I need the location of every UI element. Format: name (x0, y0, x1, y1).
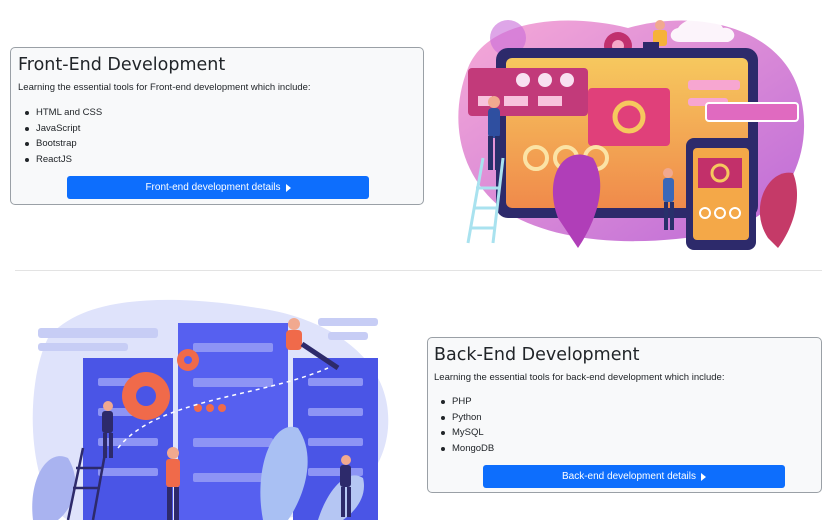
caret-right-icon (285, 183, 291, 192)
frontend-illustration (458, 17, 805, 250)
section-divider (15, 270, 822, 271)
list-item: JavaScript (18, 121, 102, 137)
frontend-intro: Learning the essential tools for Front-e… (18, 82, 311, 93)
caret-right-icon (700, 472, 706, 481)
backend-illustration (32, 299, 389, 520)
backend-tools-list: PHP Python MySQL MongoDB (434, 394, 494, 456)
list-item: PHP (434, 394, 494, 410)
frontend-details-button-label: Front-end development details (145, 182, 281, 193)
backend-card: Back-End Development Learning the essent… (427, 337, 822, 493)
list-item: MongoDB (434, 441, 494, 457)
frontend-tools-list: HTML and CSS JavaScript Bootstrap ReactJ… (18, 105, 102, 167)
backend-title: Back-End Development (434, 345, 640, 365)
backend-details-button[interactable]: Back-end development details (483, 465, 785, 488)
frontend-details-button[interactable]: Front-end development details (67, 176, 369, 199)
backend-details-button-label: Back-end development details (562, 471, 696, 482)
frontend-card: Front-End Development Learning the essen… (10, 47, 424, 205)
list-item: ReactJS (18, 152, 102, 168)
list-item: Bootstrap (18, 136, 102, 152)
backend-intro: Learning the essential tools for back-en… (434, 372, 725, 383)
list-item: Python (434, 410, 494, 426)
list-item: MySQL (434, 425, 494, 441)
list-item: HTML and CSS (18, 105, 102, 121)
frontend-title: Front-End Development (18, 55, 226, 75)
